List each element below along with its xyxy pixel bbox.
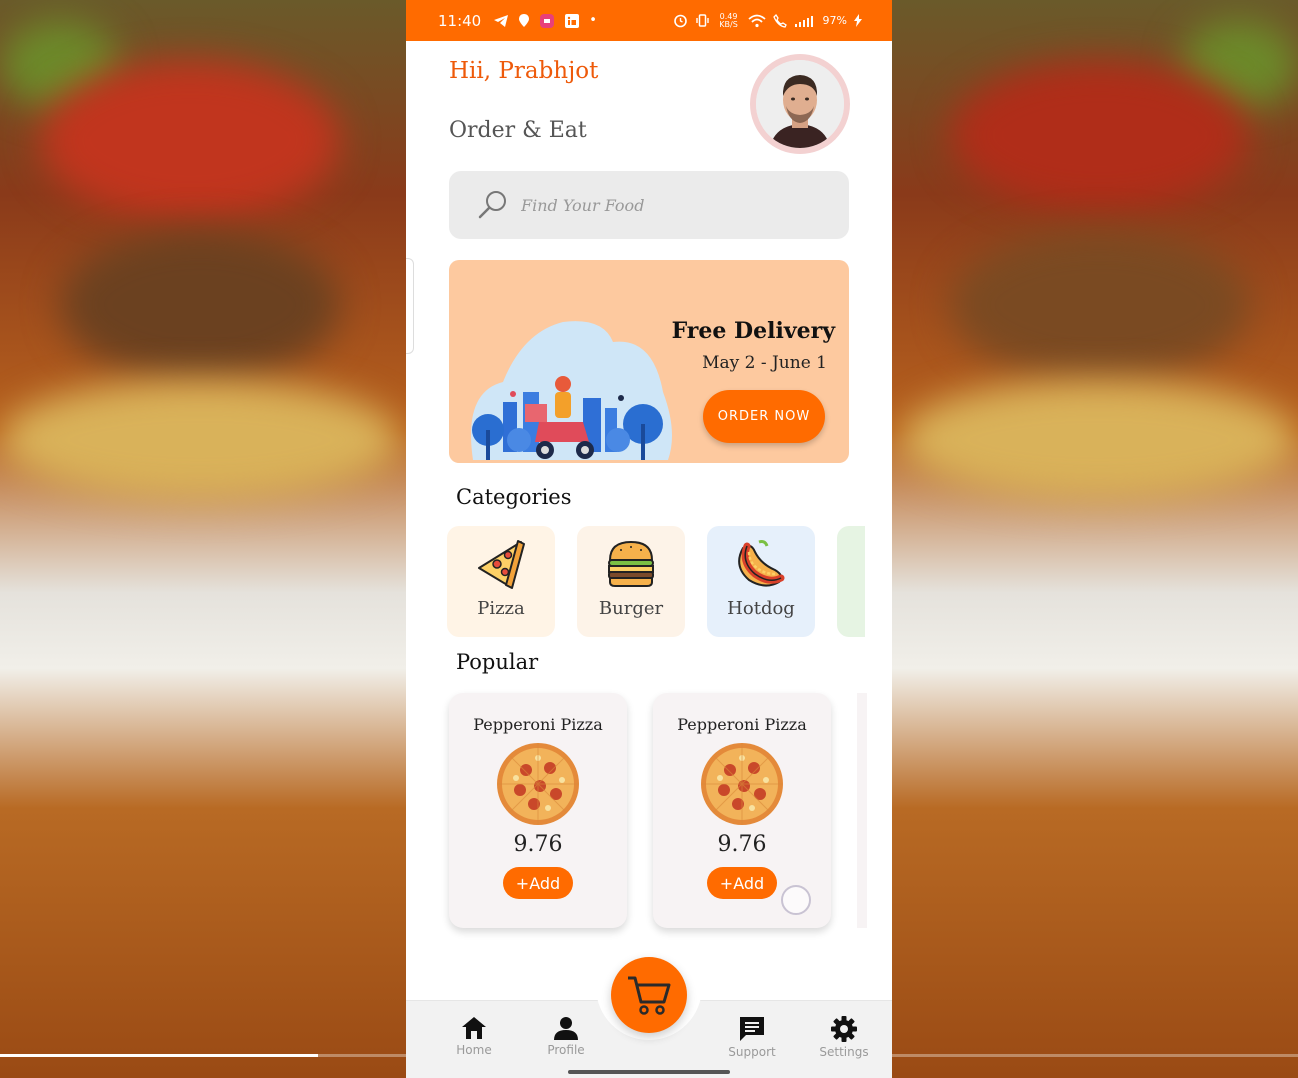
category-hotdog[interactable]: Hotdog <box>707 526 815 637</box>
burger-icon <box>608 540 654 587</box>
gear-icon <box>831 1016 857 1042</box>
network-speed: 0.49 KB/S <box>719 11 738 29</box>
nav-label: Support <box>728 1045 776 1059</box>
avatar-photo <box>756 60 844 148</box>
categories-heading: Categories <box>456 485 572 509</box>
category-label: Hotdog <box>727 598 795 619</box>
avatar[interactable] <box>750 54 850 154</box>
hotdog-icon <box>738 540 785 587</box>
nav-support[interactable]: Support <box>722 1015 782 1059</box>
edge-panel-handle[interactable] <box>406 258 414 354</box>
category-label: Pizza <box>477 598 525 619</box>
nav-settings[interactable]: Settings <box>814 1015 874 1059</box>
banner-dates: May 2 - June 1 <box>702 353 827 373</box>
banner-title: Free Delivery <box>671 318 835 344</box>
app-badge-icon <box>540 13 555 28</box>
pizza-image <box>701 743 783 825</box>
chat-icon <box>740 1017 764 1041</box>
category-next-partial[interactable] <box>837 526 865 637</box>
search-icon <box>478 191 506 219</box>
nav-label: Settings <box>819 1045 869 1059</box>
battery-level: 97% <box>822 14 847 27</box>
notification-dot-icon: • <box>589 13 597 28</box>
nav-home[interactable]: Home <box>444 1015 504 1057</box>
cart-button[interactable] <box>611 957 687 1033</box>
popular-heading: Popular <box>456 650 539 674</box>
status-bar: 11:40 • 0.49 KB/S 97% <box>406 0 892 41</box>
popular-list: Pepperoni Pizza 9.76 +Add Pepperoni Pizz… <box>449 693 867 928</box>
video-progress-fill <box>0 1054 318 1057</box>
nav-label: Home <box>456 1043 492 1057</box>
nav-label: Profile <box>547 1043 585 1057</box>
product-name: Pepperoni Pizza <box>473 715 603 734</box>
cart-icon <box>628 976 671 1015</box>
person-icon <box>554 1017 578 1040</box>
popular-card[interactable]: Pepperoni Pizza 9.76 +Add <box>449 693 627 928</box>
product-price: 9.76 <box>513 832 563 857</box>
charging-icon <box>854 14 862 27</box>
product-price: 9.76 <box>717 832 767 857</box>
telegram-icon <box>494 14 509 27</box>
vibrate-icon <box>695 14 709 27</box>
add-to-cart-button[interactable]: +Add <box>503 867 573 899</box>
home-indicator[interactable] <box>568 1070 730 1074</box>
page-subtitle: Order & Eat <box>449 118 587 143</box>
product-name: Pepperoni Pizza <box>677 715 807 734</box>
home-icon <box>462 1017 486 1039</box>
popular-card[interactable]: Pepperoni Pizza 9.76 +Add <box>653 693 831 928</box>
category-burger[interactable]: Burger <box>577 526 685 637</box>
add-to-cart-button[interactable]: +Add <box>707 867 777 899</box>
phone-screen: 11:40 • 0.49 KB/S 97% Hii, Prabhjot Orde… <box>406 0 892 1078</box>
call-icon <box>772 13 787 28</box>
signal-icon <box>794 15 813 27</box>
category-pizza[interactable]: Pizza <box>447 526 555 637</box>
categories-list: Pizza Burger Hotdog <box>447 526 865 637</box>
popular-next-partial[interactable] <box>857 693 867 928</box>
location-icon <box>519 14 530 27</box>
status-time: 11:40 <box>438 11 482 30</box>
promo-banner[interactable]: Free Delivery May 2 - June 1 ORDER NOW <box>449 260 849 463</box>
search-bar[interactable] <box>449 171 849 239</box>
linkedin-icon <box>565 13 580 28</box>
wifi-icon <box>747 14 766 27</box>
greeting-text: Hii, Prabhjot <box>449 58 599 84</box>
pizza-icon <box>478 540 525 589</box>
touch-indicator <box>781 885 811 915</box>
pizza-image <box>497 743 579 825</box>
delivery-scooter-illustration <box>471 321 672 460</box>
search-input[interactable] <box>521 195 821 215</box>
alarm-icon <box>673 14 687 28</box>
category-label: Burger <box>598 598 664 619</box>
nav-profile[interactable]: Profile <box>536 1015 596 1057</box>
order-now-button[interactable]: ORDER NOW <box>703 390 825 443</box>
